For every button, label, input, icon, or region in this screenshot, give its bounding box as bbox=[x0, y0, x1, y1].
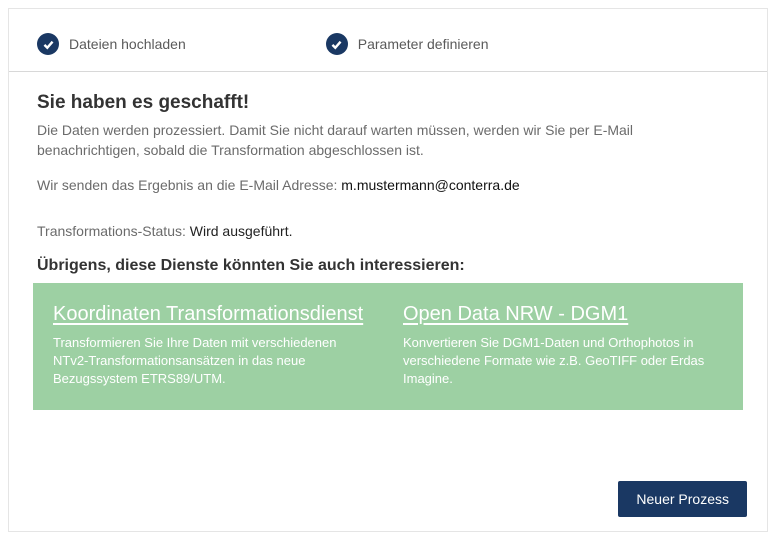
email-prefix: Wir senden das Ergebnis an die E-Mail Ad… bbox=[37, 177, 341, 193]
services-panel: Koordinaten Transformationsdienst Transf… bbox=[33, 283, 743, 411]
checkmark-icon bbox=[326, 33, 348, 55]
step-upload-files: Dateien hochladen bbox=[37, 33, 186, 55]
service-card-opendata: Open Data NRW - DGM1 Konvertieren Sie DG… bbox=[403, 301, 723, 389]
content-area: Sie haben es geschafft! Die Daten werden… bbox=[9, 72, 767, 410]
success-heading: Sie haben es geschafft! bbox=[37, 92, 739, 114]
step-label: Dateien hochladen bbox=[69, 36, 186, 52]
status-line: Transformations-Status: Wird ausgeführt. bbox=[37, 223, 739, 239]
email-line: Wir senden das Ergebnis an die E-Mail Ad… bbox=[37, 177, 739, 193]
service-card-koordinaten: Koordinaten Transformationsdienst Transf… bbox=[53, 301, 373, 389]
step-define-parameters: Parameter definieren bbox=[326, 33, 489, 55]
footer-actions: Neuer Prozess bbox=[618, 481, 747, 517]
services-heading: Übrigens, diese Dienste könnten Sie auch… bbox=[37, 257, 739, 275]
status-value: Wird ausgeführt. bbox=[190, 223, 293, 239]
new-process-button[interactable]: Neuer Prozess bbox=[618, 481, 747, 517]
wizard-panel: Dateien hochladen Parameter definieren S… bbox=[8, 8, 768, 532]
checkmark-icon bbox=[37, 33, 59, 55]
intro-text: Die Daten werden prozessiert. Damit Sie … bbox=[37, 120, 739, 161]
step-label: Parameter definieren bbox=[358, 36, 489, 52]
status-prefix: Transformations-Status: bbox=[37, 223, 190, 239]
step-indicator: Dateien hochladen Parameter definieren bbox=[9, 9, 767, 72]
service-description: Konvertieren Sie DGM1-Daten und Orthopho… bbox=[403, 334, 723, 389]
email-address: m.mustermann@conterra.de bbox=[341, 177, 519, 193]
service-link-opendata[interactable]: Open Data NRW - DGM1 bbox=[403, 301, 628, 328]
service-link-koordinaten[interactable]: Koordinaten Transformationsdienst bbox=[53, 301, 363, 328]
service-description: Transformieren Sie Ihre Daten mit versch… bbox=[53, 334, 373, 389]
